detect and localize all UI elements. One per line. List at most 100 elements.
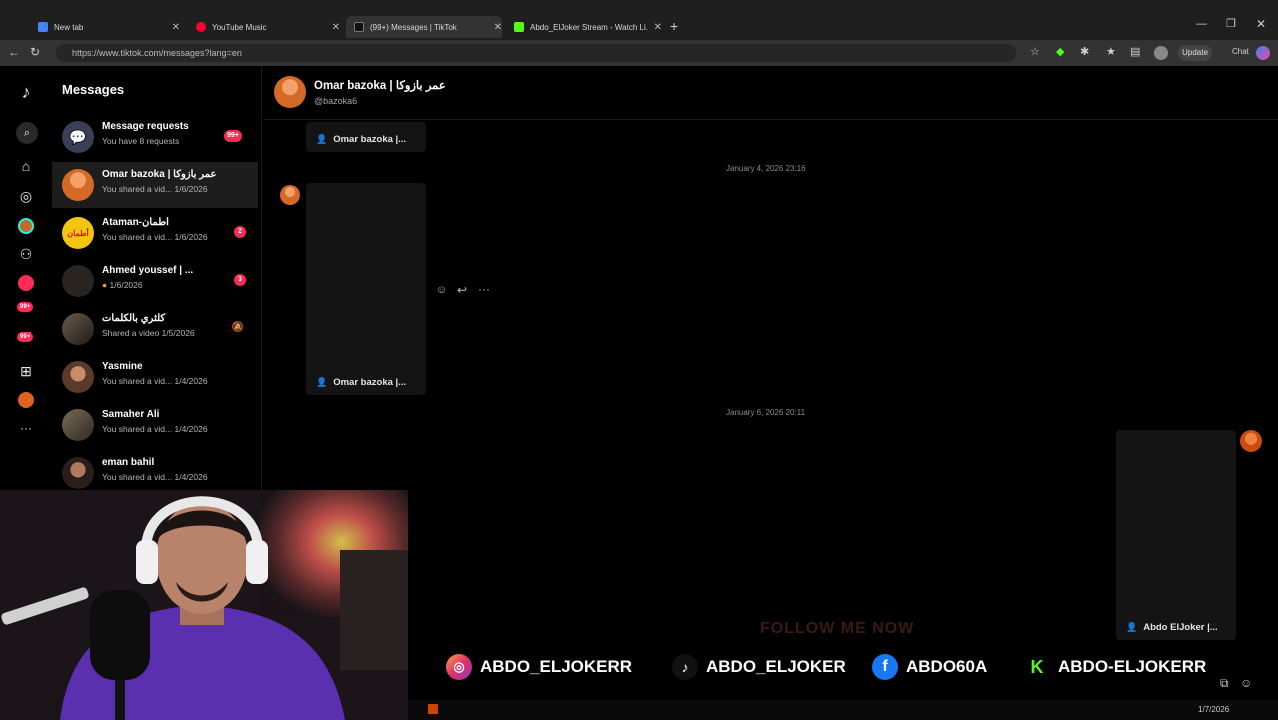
- screenshot-icon[interactable]: ⧉: [1220, 676, 1229, 691]
- conversation-item[interactable]: Ahmed youssef | ... ● 1/6/2026 3: [52, 258, 258, 304]
- reload-icon[interactable]: ↻: [30, 45, 40, 59]
- conversation-item[interactable]: Samaher Ali You shared a vid... 1/4/2026: [52, 402, 258, 448]
- search-icon[interactable]: ⌕: [16, 122, 38, 144]
- kick-handle: K ABDO-ELJOKERR: [1024, 654, 1207, 680]
- clock-date: 1/7/2026: [1198, 705, 1230, 714]
- conversation-date: 1/6/2026: [109, 280, 143, 290]
- chat-avatar[interactable]: [274, 76, 306, 108]
- conversation-date: 1/6/2026: [174, 184, 208, 194]
- profile-avatar[interactable]: [1154, 46, 1168, 60]
- more-icon[interactable]: ···: [16, 418, 36, 438]
- conversation-name: Yasmine: [102, 361, 143, 372]
- left-nav-rail: ♪ ⌕ ⌂ ◎ ⚇ 99+ ✉ 99+ ⊞ ···: [0, 66, 52, 506]
- tab-label: (99+) Messages | TikTok: [370, 22, 457, 32]
- tiktok-icon: ♪: [672, 654, 698, 680]
- tab-label: YouTube Music: [212, 22, 267, 32]
- conversation-preview: You shared a vid...: [102, 376, 173, 386]
- windows-taskbar: 1/7/2026: [408, 700, 1278, 720]
- minimize-button[interactable]: —: [1196, 18, 1207, 30]
- extension-icon[interactable]: ◆: [1056, 45, 1064, 58]
- emoji-icon: ●: [102, 280, 108, 290]
- kick-icon: K: [1030, 656, 1044, 677]
- chat-header: Omar bazoka | عمر بازوكا @bazoka6: [263, 66, 1278, 120]
- shared-video-card[interactable]: 👤 Omar bazoka |...: [306, 183, 426, 395]
- close-tab-icon[interactable]: ✕: [332, 22, 340, 33]
- back-icon[interactable]: ←: [8, 45, 20, 59]
- youtube-music-icon: [196, 22, 206, 32]
- instagram-label: ABDO_ELJOKERR: [480, 657, 633, 676]
- conversation-name: Ataman-أطمان: [102, 217, 169, 228]
- conversation-date: 1/6/2026: [174, 232, 208, 242]
- message-requests-item[interactable]: 💬 Message requests You have 8 requests 9…: [52, 114, 258, 160]
- chat-button[interactable]: Chat: [1232, 47, 1249, 56]
- chat-bubble-icon: 💬: [62, 121, 94, 153]
- tab-tiktok-messages[interactable]: (99+) Messages | TikTok ✕: [346, 16, 502, 38]
- upload-icon[interactable]: ⊞: [16, 361, 36, 381]
- conversation-name: كلثري بالكلمات: [102, 313, 166, 324]
- conversation-item[interactable]: كلثري بالكلمات Shared a video 1/5/2026 🔕: [52, 306, 258, 352]
- unread-badge: 99+: [224, 130, 242, 142]
- live-avatar-icon[interactable]: [16, 216, 36, 236]
- instagram-handle: ◎ ABDO_ELJOKERR: [446, 654, 632, 680]
- conversation-preview: You shared a vid...: [102, 232, 173, 242]
- tab-youtube-music[interactable]: YouTube Music ✕: [188, 16, 340, 38]
- facebook-handle: f ABDO60A: [872, 654, 987, 680]
- avatar: أطمان: [62, 217, 94, 249]
- following-icon[interactable]: ⚇: [16, 244, 36, 264]
- update-button[interactable]: Update: [1178, 45, 1212, 61]
- avatar: [62, 313, 94, 345]
- tab-new-tab[interactable]: New tab ✕: [30, 16, 180, 38]
- collections-icon[interactable]: ▤: [1130, 45, 1140, 58]
- star-icon[interactable]: ☆: [1030, 45, 1040, 58]
- reply-icon[interactable]: ↩: [457, 283, 467, 297]
- close-window-button[interactable]: ✕: [1256, 17, 1266, 31]
- conversation-preview: You shared a vid...: [102, 184, 173, 194]
- sender-avatar: [280, 185, 300, 205]
- conversation-item[interactable]: أطمان Ataman-أطمان You shared a vid... 1…: [52, 210, 258, 256]
- inbox-badge: 99+: [17, 332, 34, 342]
- own-avatar: [1240, 430, 1262, 452]
- tab-strip: New tab ✕ YouTube Music ✕ (99+) Messages…: [0, 0, 1278, 40]
- home-icon[interactable]: ⌂: [16, 156, 36, 176]
- profile-icon[interactable]: [16, 390, 36, 410]
- conversation-list-panel: Messages 💬 Message requests You have 8 r…: [52, 66, 262, 496]
- streamer-camera-image: [0, 490, 408, 720]
- conversation-name: Ahmed youssef | ...: [102, 265, 194, 276]
- chat-contact-handle: @bazoka6: [314, 96, 358, 106]
- shared-video-card[interactable]: 👤 Omar bazoka |...: [306, 122, 426, 152]
- conversation-name: Omar bazoka | عمر بازوكا: [102, 169, 217, 180]
- copilot-icon[interactable]: [1256, 46, 1270, 60]
- avatar: [62, 265, 94, 297]
- conversation-item[interactable]: Omar bazoka | عمر بازوكا You shared a vi…: [52, 162, 258, 208]
- favorites-icon[interactable]: ★: [1106, 45, 1116, 58]
- tab-kick-stream[interactable]: Abdo_ElJoker Stream - Watch Li... ✕: [506, 16, 662, 38]
- tiktok-logo-icon[interactable]: ♪: [16, 82, 36, 102]
- more-options-icon[interactable]: ···: [478, 282, 490, 296]
- close-tab-icon[interactable]: ✕: [494, 22, 502, 33]
- conversation-preview: You shared a vid...: [102, 424, 173, 434]
- promo-title: FOLLOW ME NOW: [760, 620, 915, 637]
- address-bar-row: ← ↻ https://www.tiktok.com/messages?lang…: [0, 40, 1278, 66]
- facebook-label: ABDO60A: [906, 657, 988, 676]
- url-field[interactable]: https://www.tiktok.com/messages?lang=en: [56, 44, 1016, 62]
- new-tab-button[interactable]: +: [670, 18, 678, 34]
- explore-icon[interactable]: ◎: [16, 186, 36, 206]
- maximize-button[interactable]: ❐: [1226, 17, 1236, 30]
- shared-video-card[interactable]: 👤 Abdo ElJoker |...: [1116, 430, 1236, 640]
- activity-icon[interactable]: [16, 273, 36, 293]
- tab-label: New tab: [54, 22, 84, 32]
- chat-contact-name[interactable]: Omar bazoka | عمر بازوكا: [314, 78, 446, 92]
- conversation-name: eman bahil: [102, 457, 155, 468]
- conversation-item[interactable]: Yasmine You shared a vid... 1/4/2026: [52, 354, 258, 400]
- avatar: [62, 361, 94, 393]
- puzzle-icon[interactable]: ✱: [1080, 45, 1089, 58]
- conversation-date: 1/4/2026: [174, 472, 208, 482]
- tiktok-handle: ♪ ABDO_ELJOKER: [672, 654, 846, 680]
- app-taskbar-icon[interactable]: [428, 704, 438, 714]
- react-icon[interactable]: ☺: [436, 284, 447, 296]
- close-tab-icon[interactable]: ✕: [172, 22, 180, 33]
- conversation-name: Samaher Ali: [102, 409, 160, 420]
- emoji-picker-icon[interactable]: ☺: [1240, 676, 1252, 690]
- conversation-date: 1/4/2026: [174, 424, 208, 434]
- close-tab-icon[interactable]: ✕: [654, 22, 662, 33]
